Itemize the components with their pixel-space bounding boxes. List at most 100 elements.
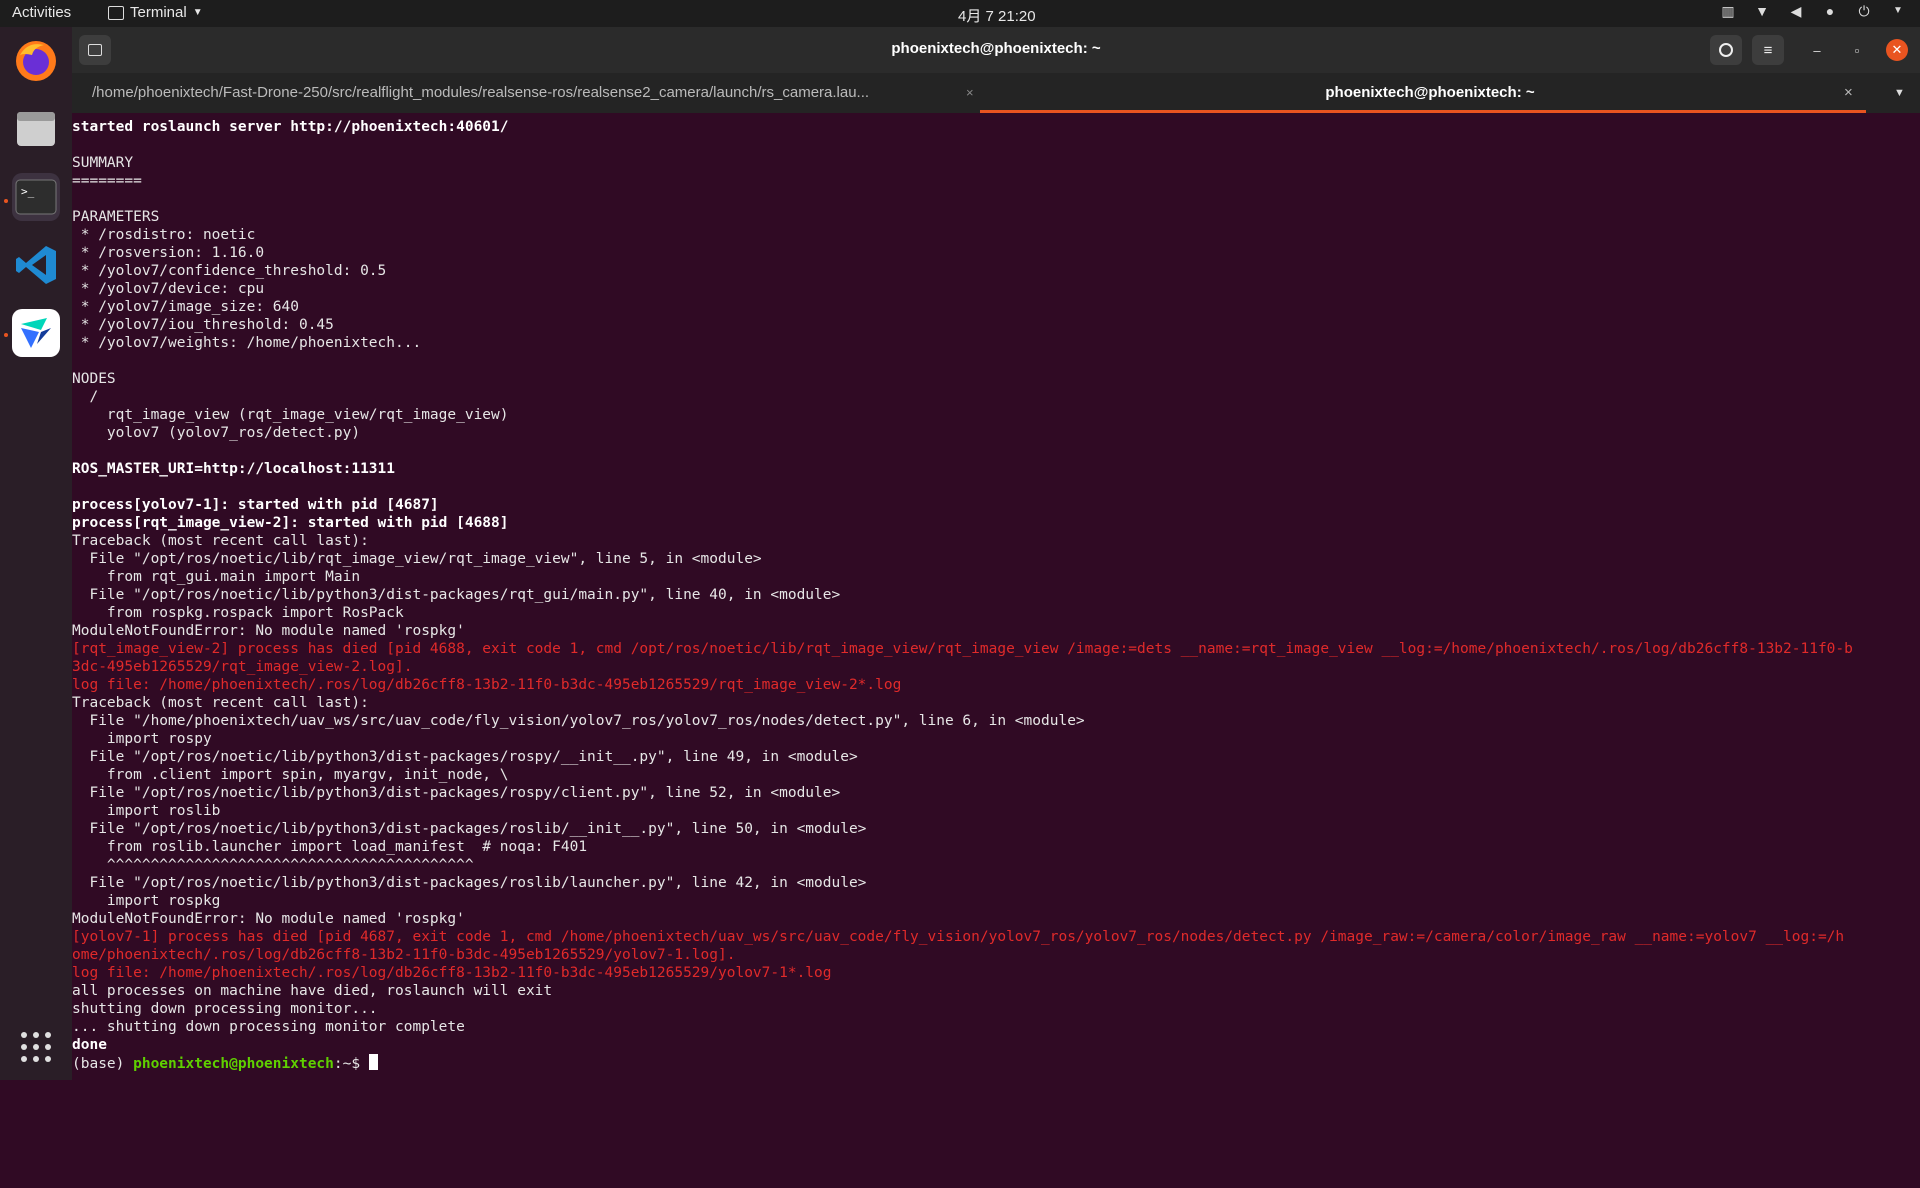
activities-button[interactable]: Activities	[12, 4, 71, 21]
chevron-down-icon[interactable]: ▼	[1890, 3, 1906, 19]
power-icon[interactable]: ⏻	[1856, 3, 1872, 19]
terminal-line: ^^^^^^^^^^^^^^^^^^^^^^^^^^^^^^^^^^^^^^^^…	[72, 857, 474, 873]
input-method-icon[interactable]: ▥	[1720, 3, 1736, 19]
terminal-line: * /yolov7/image_size: 640	[72, 299, 299, 315]
terminal-line: ModuleNotFoundError: No module named 'ro…	[72, 911, 465, 927]
tab-label: /home/phoenixtech/Fast-Drone-250/src/rea…	[92, 84, 870, 101]
terminal-line: [rqt_image_view-2] process has died [pid…	[72, 641, 1853, 657]
menu-button[interactable]: ≡	[1752, 35, 1784, 65]
clock[interactable]: 4月 7 21:20	[958, 5, 1036, 26]
close-button[interactable]: ✕	[1886, 39, 1908, 61]
text-cursor	[368, 1054, 378, 1070]
terminal-line: from rospkg.rospack import RosPack	[72, 605, 404, 621]
terminal-output[interactable]: started roslaunch server http://phoenixt…	[72, 113, 1920, 1080]
search-button[interactable]	[1710, 35, 1742, 65]
terminal-line: import roslib	[72, 803, 221, 819]
terminal-line: File "/home/phoenixtech/uav_ws/src/uav_c…	[72, 713, 1085, 729]
feishu-icon[interactable]	[12, 309, 60, 357]
chevron-down-icon: ▼	[192, 7, 203, 18]
terminal-lines: started roslaunch server http://phoenixt…	[72, 118, 1853, 1073]
terminal-line: ... shutting down processing monitor com…	[72, 1019, 465, 1035]
terminal-line: SUMMARY	[72, 155, 134, 171]
terminal-line: Traceback (most recent call last):	[72, 695, 369, 711]
terminal-line: * /yolov7/device: cpu	[72, 281, 265, 297]
tab-bar: /home/phoenixtech/Fast-Drone-250/src/rea…	[72, 73, 1920, 113]
terminal-line: done	[72, 1037, 107, 1053]
terminal-line: yolov7 (yolov7_ros/detect.py)	[72, 425, 361, 441]
terminal-line: [yolov7-1] process has died [pid 4687, e…	[72, 929, 1845, 945]
terminal-line: ========	[72, 173, 142, 189]
system-tray[interactable]: ▥ ▼ ◀ ● ⏻ ▼	[1720, 3, 1906, 19]
terminal-line: from roslib.launcher import load_manifes…	[72, 839, 588, 855]
hamburger-icon: ≡	[1763, 41, 1773, 59]
files-icon[interactable]	[12, 105, 60, 153]
terminal-line: ome/phoenixtech/.ros/log/db26cff8-13b2-1…	[72, 947, 736, 963]
app-menu[interactable]: Terminal ▼	[108, 4, 203, 21]
terminal-line: File "/opt/ros/noetic/lib/python3/dist-p…	[72, 785, 841, 801]
terminal-line: 3dc-495eb1265529/rqt_image_view-2.log].	[72, 659, 413, 675]
svg-text:>_: >_	[21, 185, 35, 198]
tab-label: phoenixtech@phoenixtech: ~	[1325, 84, 1535, 101]
tab-close-icon[interactable]: ×	[966, 73, 974, 113]
prompt-env: (base)	[72, 1056, 134, 1072]
prompt-path: :~$	[333, 1056, 369, 1072]
firefox-icon[interactable]	[12, 37, 60, 85]
terminal-line: * /rosversion: 1.16.0	[72, 245, 265, 261]
terminal-line: File "/opt/ros/noetic/lib/rqt_image_view…	[72, 551, 762, 567]
app-menu-label: Terminal	[130, 4, 187, 21]
terminal-line: log file: /home/phoenixtech/.ros/log/db2…	[72, 965, 832, 981]
tab-rs-camera[interactable]: /home/phoenixtech/Fast-Drone-250/src/rea…	[92, 73, 1042, 113]
window-title: phoenixtech@phoenixtech: ~	[891, 40, 1101, 57]
terminal-line: File "/opt/ros/noetic/lib/python3/dist-p…	[72, 587, 841, 603]
terminal-line: from rqt_gui.main import Main	[72, 569, 361, 585]
terminal-line: import rospkg	[72, 893, 221, 909]
shell-prompt: (base) phoenixtech@phoenixtech:~$	[72, 1054, 1853, 1073]
terminal-line: Traceback (most recent call last):	[72, 533, 369, 549]
terminal-line: rqt_image_view (rqt_image_view/rqt_image…	[72, 407, 509, 423]
terminal-line: /	[72, 389, 99, 405]
search-icon	[1719, 43, 1733, 57]
terminal-line: process[yolov7-1]: started with pid [468…	[72, 497, 439, 513]
terminal-icon[interactable]: >_	[12, 173, 60, 221]
vscode-icon[interactable]	[12, 241, 60, 289]
terminal-line: File "/opt/ros/noetic/lib/python3/dist-p…	[72, 749, 858, 765]
terminal-line: import rospy	[72, 731, 212, 747]
terminal-line: File "/opt/ros/noetic/lib/python3/dist-p…	[72, 875, 867, 891]
terminal-line: started roslaunch server http://phoenixt…	[72, 119, 509, 135]
terminal-line: process[rqt_image_view-2]: started with …	[72, 515, 509, 531]
wifi-icon[interactable]: ▼	[1754, 3, 1770, 19]
terminal-line: * /yolov7/iou_threshold: 0.45	[72, 317, 334, 333]
running-indicator	[4, 333, 8, 337]
terminal-line: from .client import spin, myargv, init_n…	[72, 767, 509, 783]
terminal-line: ROS_MASTER_URI=http://localhost:11311	[72, 461, 396, 477]
top-bar: Activities Terminal ▼ 4月 7 21:20 ▥ ▼ ◀ ●…	[0, 0, 1920, 27]
terminal-small-icon	[108, 5, 124, 20]
terminal-line: PARAMETERS	[72, 209, 160, 225]
running-indicator	[4, 199, 8, 203]
tab-close-icon[interactable]: ×	[1844, 73, 1853, 113]
terminal-line: File "/opt/ros/noetic/lib/python3/dist-p…	[72, 821, 867, 837]
maximize-button[interactable]: ▫	[1846, 39, 1868, 61]
terminal-line: all processes on machine have died, rosl…	[72, 983, 553, 999]
terminal-line: ModuleNotFoundError: No module named 'ro…	[72, 623, 465, 639]
microphone-icon[interactable]: ●	[1822, 3, 1838, 19]
terminal-line: log file: /home/phoenixtech/.ros/log/db2…	[72, 677, 902, 693]
tabs-dropdown-icon[interactable]: ▼	[1894, 73, 1905, 113]
tab-home[interactable]: phoenixtech@phoenixtech: ~	[980, 73, 1880, 113]
terminal-line: * /yolov7/weights: /home/phoenixtech...	[72, 335, 422, 351]
minimize-button[interactable]: –	[1806, 39, 1828, 61]
apps-grid-icon[interactable]	[12, 1023, 60, 1071]
dock: >_	[0, 27, 72, 1080]
volume-icon[interactable]: ◀	[1788, 3, 1804, 19]
terminal-line: NODES	[72, 371, 116, 387]
prompt-user: phoenixtech@phoenixtech	[133, 1056, 334, 1072]
window-titlebar[interactable]: phoenixtech@phoenixtech: ~ ≡ – ▫ ✕	[72, 27, 1920, 73]
terminal-line: shutting down processing monitor...	[72, 1001, 378, 1017]
terminal-line: * /yolov7/confidence_threshold: 0.5	[72, 263, 387, 279]
terminal-line: * /rosdistro: noetic	[72, 227, 256, 243]
